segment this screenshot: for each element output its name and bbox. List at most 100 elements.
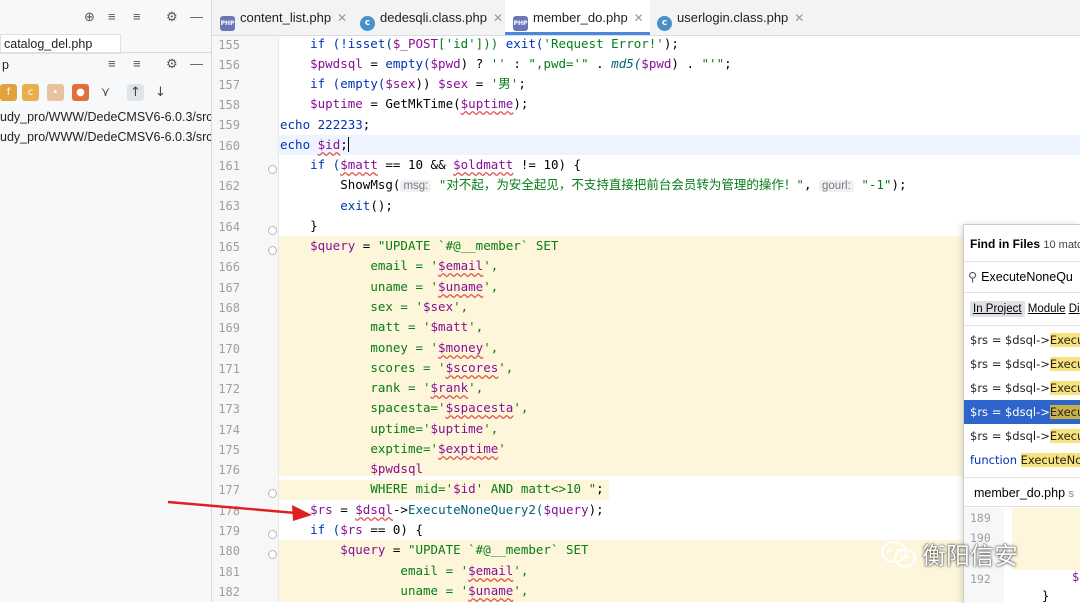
fold-marker-icon[interactable] [268, 226, 277, 235]
code-token: $sex [423, 299, 454, 314]
close-icon[interactable]: ✕ [794, 11, 804, 25]
expand-all-icon[interactable]: ≡ [108, 9, 116, 24]
gear-icon[interactable]: ⚙ [166, 56, 178, 72]
code-token: ', [453, 299, 469, 314]
preview-path: s [1068, 488, 1075, 500]
code-token: $email [438, 258, 484, 273]
code-token: money = ' [370, 340, 439, 355]
code-token: ['id'])) [438, 36, 506, 51]
code-token: ', [513, 400, 529, 415]
find-search-field[interactable]: ⚲ ExecuteNoneQu [964, 261, 1080, 293]
push-up-icon[interactable]: ↑ [127, 84, 144, 101]
tab-dedesqli-class[interactable]: c dedesqli.class.php ✕ [360, 0, 503, 35]
code-token: ; [518, 76, 526, 91]
preview-header: member_do.php s [964, 477, 1080, 507]
line-number: 174 [218, 423, 240, 437]
code-line-178: $rs = $dsql->ExecuteNoneQuery2($query); [280, 500, 604, 520]
code-token: ); [588, 502, 604, 517]
code-token: $uptime [430, 421, 484, 436]
code-token: $money [438, 340, 484, 355]
code-token: ); [663, 36, 679, 51]
code-token: $matt [340, 157, 378, 172]
path-row-2[interactable]: udy_pro/WWW/DedeCMSV6-6.0.3/src [0, 127, 211, 147]
scope-directory[interactable]: Di [1069, 303, 1080, 315]
scope-module[interactable]: Module [1028, 303, 1066, 315]
code-token: if ( [280, 522, 341, 537]
preview-highlight [1012, 508, 1080, 570]
line-number: 168 [218, 301, 240, 315]
close-icon[interactable]: ✕ [493, 11, 503, 25]
code-line-157: if (empty($sex)) $sex = '男'; [280, 74, 526, 94]
code-line-170: money = '$money', [280, 338, 498, 358]
code-token: ; [362, 117, 371, 132]
code-token: sex = ' [370, 299, 423, 314]
find-result-row-selected[interactable]: $rs = $dsql->Execut [964, 400, 1080, 424]
fold-marker-icon[interactable] [268, 246, 277, 255]
lock-filter-icon[interactable]: ● [72, 84, 89, 101]
line-number: 177 [218, 483, 240, 497]
fold-marker-icon[interactable] [268, 530, 277, 539]
code-token: $matt [430, 319, 469, 334]
collapse-all-icon[interactable]: ≡ [133, 9, 141, 24]
code-token: = [468, 76, 491, 91]
field-filter-icon[interactable]: • [47, 84, 64, 101]
code-token: WHERE mid=' [370, 481, 454, 496]
line-number: 163 [218, 199, 240, 213]
path-row-1[interactable]: udy_pro/WWW/DedeCMSV6-6.0.3/src [0, 107, 211, 127]
find-result-row[interactable]: $rs = $dsql->Execut [964, 376, 1080, 400]
watermark: 衡阳信安 [880, 536, 1018, 570]
push-down-icon[interactable]: ↓ [152, 84, 169, 101]
find-result-row[interactable]: function ExecuteNo [964, 448, 1080, 472]
tab-userlogin-class[interactable]: c userlogin.class.php ✕ [657, 0, 804, 35]
wechat-icon [880, 540, 917, 568]
code-token: md5( [611, 56, 642, 71]
class-filter-icon[interactable]: c [22, 84, 39, 101]
divider [0, 52, 211, 53]
code-token: scores = ' [370, 360, 446, 375]
expand-all-icon[interactable]: ≡ [108, 56, 116, 71]
param-hint: msg: [400, 180, 432, 192]
tab-content-list[interactable]: PHP content_list.php ✕ [220, 0, 347, 35]
close-icon[interactable]: ✕ [337, 11, 347, 25]
code-token: , [803, 177, 820, 192]
code-token: $scores [445, 360, 499, 375]
code-line-162: ShowMsg(msg: "对不起，为安全起见，不支持直接把前台会员转为管理的操… [280, 175, 907, 195]
line-number: 171 [218, 362, 240, 376]
close-icon[interactable]: ✕ [634, 11, 644, 25]
code-token: matt = ' [370, 319, 431, 334]
code-line-168: sex = '$sex', [280, 297, 468, 317]
find-result-row[interactable]: $rs = $dsql->Execut [964, 424, 1080, 448]
file-catalog-del[interactable]: catalog_del.php [0, 34, 121, 54]
line-number: 161 [218, 159, 240, 173]
fold-marker-icon[interactable] [268, 489, 277, 498]
minimize-icon[interactable]: — [190, 9, 203, 24]
scope-in-project[interactable]: In Project [970, 301, 1025, 317]
current-line-highlight [279, 135, 1080, 155]
fold-marker-icon[interactable] [268, 550, 277, 559]
collapse-all-icon[interactable]: ≡ [133, 56, 141, 71]
php-filter-icon[interactable]: f [0, 84, 17, 101]
code-token: $pwd [641, 56, 672, 71]
code-token: ) . [671, 56, 702, 71]
find-result-row[interactable]: $rs = $dsql->Execut [964, 328, 1080, 352]
find-title-text: Find in Files [970, 237, 1041, 251]
result-prefix: function [970, 453, 1021, 467]
code-token: if ( [280, 157, 341, 172]
find-result-row[interactable]: $rs = $dsql->Execut [964, 352, 1080, 376]
code-token: "UPDATE `#@__member` SET [377, 238, 559, 253]
gear-icon[interactable]: ⚙ [166, 9, 178, 25]
php-file-icon: PHP [513, 16, 528, 31]
code-token: $oldmatt [453, 157, 514, 172]
code-token: "UPDATE `#@__member` SET [407, 542, 589, 557]
locate-icon[interactable]: ⊕ [84, 9, 95, 25]
line-number: 175 [218, 443, 240, 457]
code-token: ",pwd='" [528, 56, 589, 71]
code-token: if ( [280, 76, 341, 91]
tree-icon[interactable]: ⋎ [97, 84, 114, 101]
code-line-158: $uptime = GetMkTime($uptime); [280, 94, 528, 114]
find-scope: In Project Module Di [970, 301, 1080, 317]
code-line-177: WHERE mid='$id' AND matt<>10 "; [280, 479, 603, 499]
minimize-icon[interactable]: — [190, 56, 203, 71]
tab-member-do[interactable]: PHP member_do.php ✕ [505, 0, 650, 35]
fold-marker-icon[interactable] [268, 165, 277, 174]
